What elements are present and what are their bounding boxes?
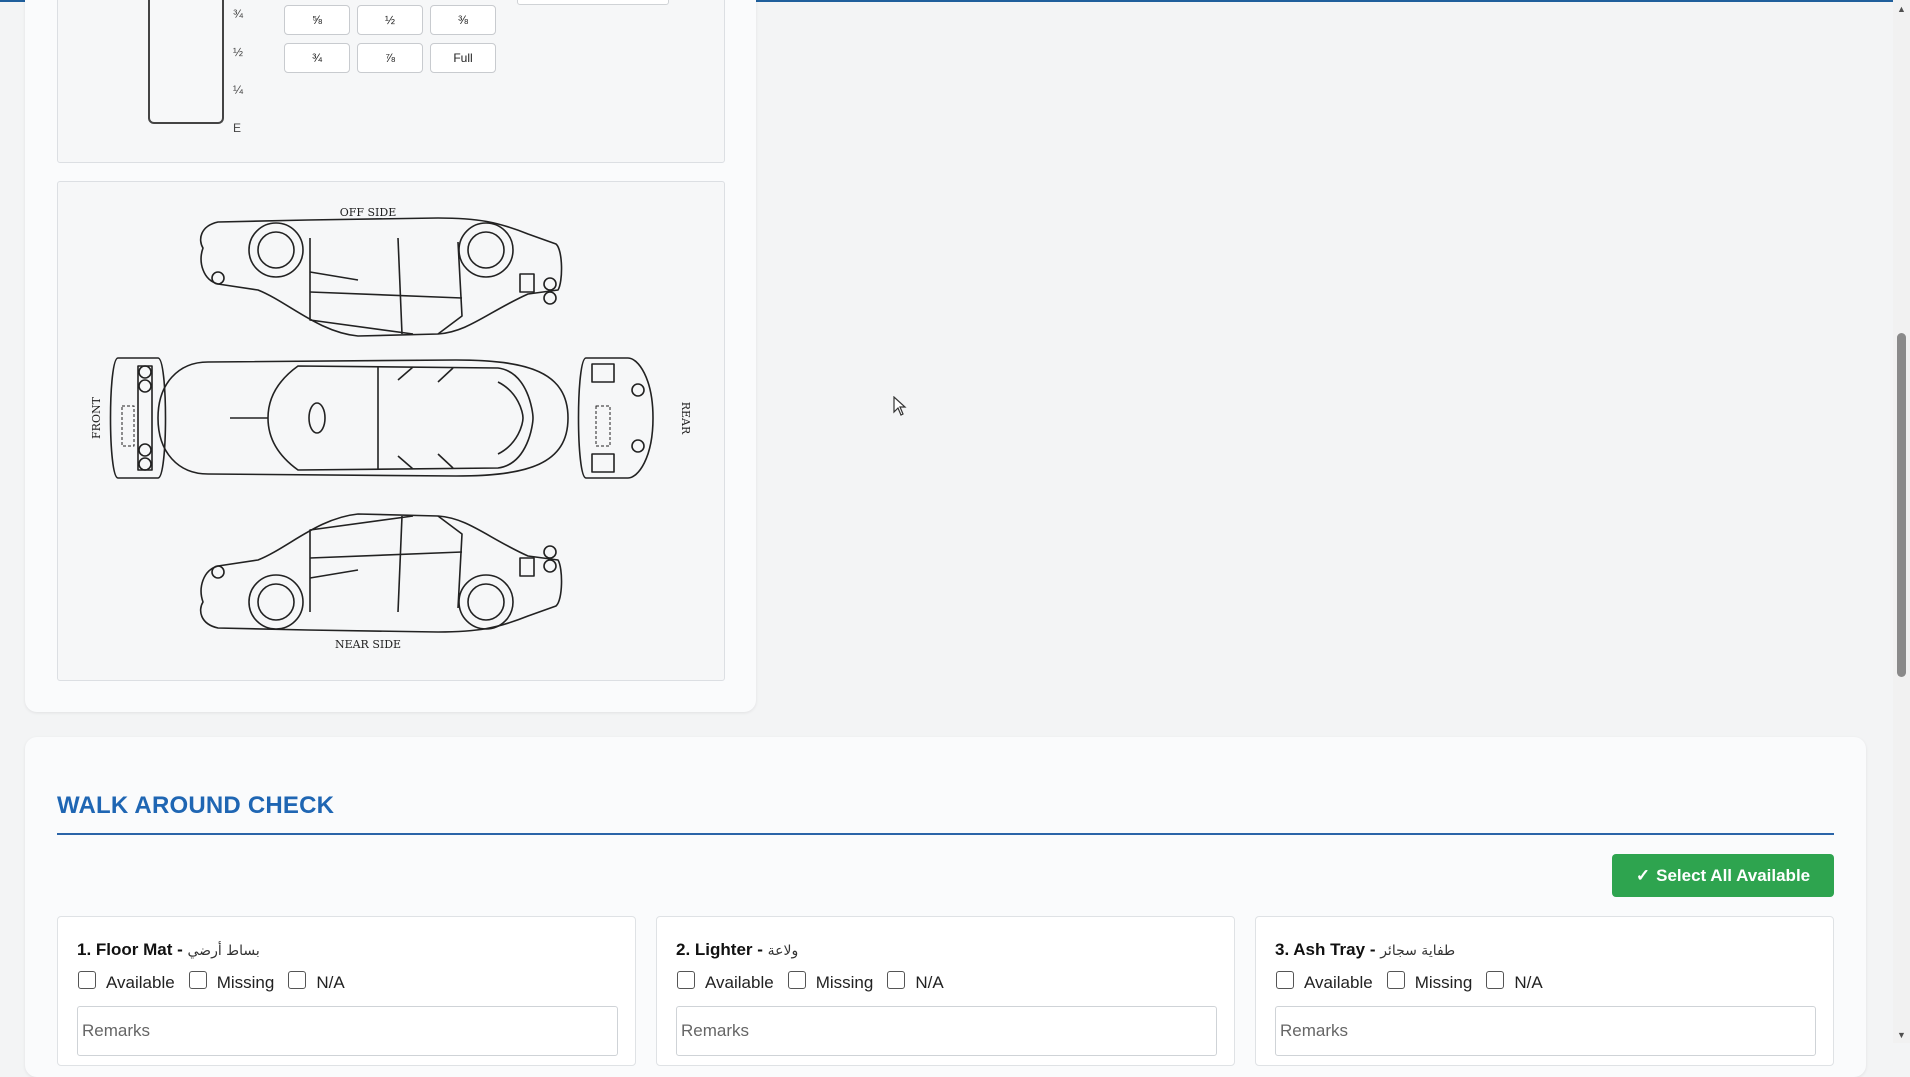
mouse-cursor-icon (893, 396, 907, 416)
remarks-input[interactable] (77, 1006, 618, 1056)
item-separator: - (752, 940, 768, 959)
fuel-level-button[interactable]: ⅜ (430, 5, 496, 35)
available-label: Available (1304, 973, 1373, 992)
walk-around-title: WALK AROUND CHECK (57, 792, 335, 819)
available-option[interactable]: Available (677, 971, 774, 993)
na-label: N/A (316, 973, 345, 992)
front-label: FRONT (90, 396, 103, 439)
scroll-up-icon[interactable]: ▲ (1893, 0, 1910, 17)
fuel-scale: ¾ ½ ¼ E (233, 0, 263, 141)
na-option[interactable]: N/A (1486, 971, 1543, 993)
available-option[interactable]: Available (1276, 971, 1373, 993)
item-label-arabic: ولاعة (767, 943, 799, 959)
available-label: Available (705, 973, 774, 992)
status-options: Available Missing N/A (1276, 971, 1557, 993)
missing-option[interactable]: Missing (787, 971, 874, 993)
near-side-label: NEAR SIDE (335, 638, 401, 651)
fuel-scale-label: E (233, 121, 242, 135)
item-label: 1. Floor Mat (77, 940, 173, 959)
available-checkbox[interactable] (78, 971, 96, 989)
remarks-input[interactable] (1275, 1006, 1816, 1056)
item-title: 1. Floor Mat - بساط أرضي (77, 940, 260, 960)
item-separator: - (172, 940, 188, 959)
fuel-scale-label: ¾ (233, 7, 244, 21)
car-top-view (157, 359, 569, 477)
available-label: Available (106, 973, 175, 992)
check-icon: ✓ (1635, 865, 1651, 885)
car-off-side-view (199, 217, 563, 337)
fuel-input-box[interactable] (517, 0, 669, 5)
scrollbar-thumb[interactable] (1897, 333, 1906, 677)
available-checkbox[interactable] (1276, 971, 1294, 989)
fuel-scale-label: ½ (233, 45, 244, 59)
missing-checkbox[interactable] (1386, 971, 1405, 989)
na-checkbox[interactable] (1486, 971, 1505, 989)
fuel-level-button[interactable]: ⅞ (357, 43, 423, 73)
available-checkbox[interactable] (677, 971, 695, 989)
fuel-level-button[interactable]: ½ (357, 5, 423, 35)
missing-checkbox[interactable] (787, 971, 806, 989)
fuel-level-button[interactable]: ⅝ (284, 5, 350, 35)
available-option[interactable]: Available (78, 971, 175, 993)
select-all-label: Select All Available (1656, 865, 1811, 885)
walk-around-item: 1. Floor Mat - بساط أرضي Available Missi… (57, 916, 636, 1066)
na-label: N/A (915, 973, 944, 992)
missing-option[interactable]: Missing (1386, 971, 1473, 993)
na-checkbox[interactable] (887, 971, 906, 989)
walk-around-item: 3. Ash Tray - طفاية سجائر Available Miss… (1255, 916, 1834, 1066)
vehicle-damage-diagram[interactable]: OFF SIDE NEAR SIDE FRONT REAR (57, 181, 725, 681)
status-options: Available Missing N/A (677, 971, 958, 993)
remarks-input[interactable] (676, 1006, 1217, 1056)
scroll-down-icon[interactable]: ▼ (1893, 1026, 1910, 1043)
missing-label: Missing (815, 973, 874, 992)
select-all-available-button[interactable]: ✓ Select All Available (1612, 854, 1834, 897)
title-divider (57, 833, 1834, 835)
na-option[interactable]: N/A (887, 971, 944, 993)
fuel-full-button[interactable]: Full (430, 43, 496, 73)
item-label: 2. Lighter (676, 940, 753, 959)
item-title: 2. Lighter - ولاعة (676, 940, 798, 960)
rear-label: REAR (679, 402, 692, 435)
car-diagram-svg[interactable]: OFF SIDE NEAR SIDE FRONT REAR (58, 182, 724, 680)
off-side-label: OFF SIDE (340, 206, 397, 219)
vertical-scrollbar[interactable]: ▲ ▼ (1893, 0, 1910, 1043)
item-title: 3. Ash Tray - طفاية سجائر (1275, 940, 1455, 960)
fuel-gauge-panel: ¾ ½ ¼ E ⅝ ½ ⅜ ¾ ⅞ Full (57, 0, 725, 163)
item-label-arabic: طفاية سجائر (1380, 943, 1456, 959)
na-option[interactable]: N/A (288, 971, 345, 993)
item-separator: - (1365, 940, 1381, 959)
missing-option[interactable]: Missing (188, 971, 275, 993)
missing-label: Missing (216, 973, 275, 992)
fuel-scale-label: ¼ (233, 83, 244, 97)
fuel-level-button[interactable]: ¾ (284, 43, 350, 73)
status-options: Available Missing N/A (78, 971, 359, 993)
na-label: N/A (1514, 973, 1543, 992)
missing-checkbox[interactable] (188, 971, 207, 989)
car-near-side-view (199, 513, 563, 633)
walk-around-item: 2. Lighter - ولاعة Available Missing N/A (656, 916, 1235, 1066)
car-rear-view (577, 357, 654, 479)
missing-label: Missing (1414, 973, 1473, 992)
item-label-arabic: بساط أرضي (187, 943, 260, 959)
na-checkbox[interactable] (288, 971, 307, 989)
fuel-tank-gauge (148, 0, 224, 124)
item-label: 3. Ash Tray (1275, 940, 1366, 959)
